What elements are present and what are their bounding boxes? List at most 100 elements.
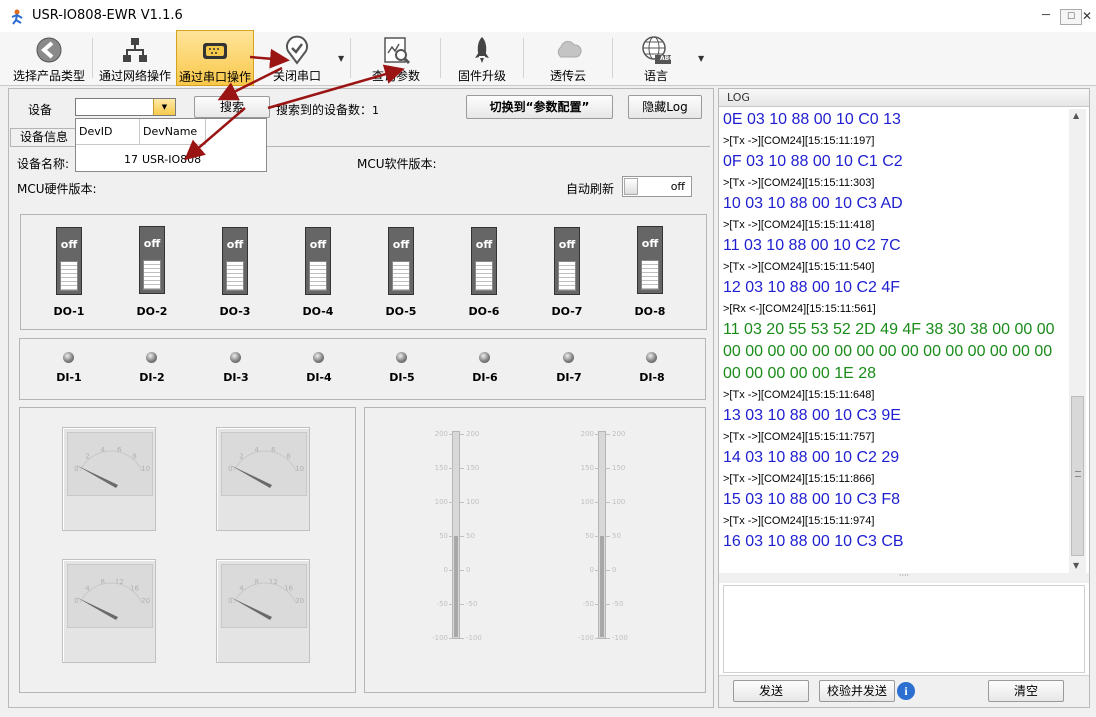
analog-gauge: 0 2 4 6 8 10 <box>216 427 310 531</box>
devid-column-header: DevID <box>76 119 140 145</box>
scroll-up-icon[interactable]: ▲ <box>1073 111 1079 120</box>
back-arrow-icon <box>36 37 62 63</box>
slider-tick <box>460 434 464 435</box>
gauge-dial: 048 121620 <box>228 578 304 620</box>
slider-tick <box>595 434 599 435</box>
window-title: USR-IO808-EWR V1.1.6 <box>32 8 183 23</box>
do-label: DO-5 <box>385 305 417 318</box>
do-label: DO-3 <box>219 305 251 318</box>
via-serial-button[interactable]: 通过串口操作 <box>176 30 254 86</box>
gauge-needle <box>76 465 118 488</box>
tab-device-info[interactable]: 设备信息 <box>10 128 78 146</box>
slider-tick <box>449 604 453 605</box>
close-serial-dropdown-icon[interactable]: ▼ <box>338 54 344 63</box>
firmware-upgrade-button[interactable]: 固件升级 <box>445 32 519 84</box>
clear-button[interactable]: 清空 <box>988 680 1064 702</box>
log-line: >[Rx <-][COM24][15:15:11:561] <box>723 303 876 315</box>
gauge-tick-label: 16 <box>284 585 293 593</box>
do-switch-state: off <box>641 237 659 250</box>
send-input[interactable] <box>723 585 1085 673</box>
do-switch-state: off <box>226 238 244 251</box>
slider-tick-label: 100 <box>466 498 480 506</box>
language-dropdown-icon[interactable]: ▼ <box>698 54 704 63</box>
di-label: DI-8 <box>639 371 665 384</box>
di-led-indicator <box>313 352 324 363</box>
check-and-send-button[interactable]: 校验并发送 <box>819 680 895 702</box>
slider-tick <box>449 468 453 469</box>
analog-gauge: 0 4 8 12 16 20 <box>216 559 310 663</box>
device-select[interactable]: ▼ <box>75 98 176 116</box>
send-button[interactable]: 发送 <box>733 680 809 702</box>
slider-tick <box>606 468 610 469</box>
slider-tick-label: 0 <box>466 566 471 574</box>
log-line: 0F 03 10 88 00 10 C1 C2 <box>723 153 903 170</box>
close-serial-button[interactable]: 关闭串口 <box>258 32 336 84</box>
switch-to-config-button[interactable]: 切换到“参数配置” <box>466 95 613 119</box>
toolbar-separator <box>523 38 524 78</box>
auto-refresh-toggle[interactable]: off <box>622 176 692 197</box>
slider-tick <box>606 604 610 605</box>
toolbar: 选择产品类型 通过网络操作 通过串口操作 关闭串口 ▼ 查询参数 固件升级 透传… <box>0 30 1096 86</box>
slider-tick-label: -50 <box>466 600 478 608</box>
analog-gauge: 0 4 8 12 16 20 <box>62 559 156 663</box>
rocket-icon <box>475 37 489 63</box>
do-switch-knob <box>392 261 410 291</box>
do-switch-knob <box>60 261 78 291</box>
toggle-knob <box>624 178 638 195</box>
log-line: 00 00 00 00 00 1E 28 <box>723 365 877 382</box>
log-splitter[interactable]: ···· <box>719 572 1089 583</box>
scroll-down-icon[interactable]: ▼ <box>1073 561 1079 570</box>
slider-tick-label: -100 <box>432 634 448 642</box>
cloud-label: 透传云 <box>549 69 586 83</box>
slider-tick-label: 50 <box>439 532 448 540</box>
found-devices: 搜索到的设备数：1 <box>276 101 379 118</box>
log-line: 0E 03 10 88 00 10 C0 13 <box>723 111 901 128</box>
close-button[interactable]: ✕ <box>1078 6 1096 26</box>
scrollbar-thumb[interactable] <box>1071 396 1084 556</box>
gauge-tick-label: 0 <box>228 465 232 473</box>
log-line: 16 03 10 88 00 10 C3 CB <box>723 533 904 550</box>
analog-slider[interactable] <box>452 431 460 639</box>
table-row[interactable]: 17 USR-IO808 <box>76 146 266 172</box>
gauge-needle <box>76 597 118 620</box>
do-switch[interactable]: off <box>305 227 331 295</box>
language-button[interactable]: ABC 语言 <box>618 32 694 84</box>
di-label: DI-6 <box>472 371 498 384</box>
do-switch[interactable]: off <box>139 226 165 294</box>
gauge-dial: 048 121620 <box>74 578 150 620</box>
di-label: DI-5 <box>389 371 415 384</box>
slider-tick <box>449 434 453 435</box>
info-icon[interactable]: i <box>897 682 915 700</box>
do-label: DO-1 <box>53 305 85 318</box>
do-switch[interactable]: off <box>222 227 248 295</box>
slider-tick-label: -100 <box>612 634 628 642</box>
slider-tick <box>606 502 610 503</box>
gauge-face: 0 2 4 6 8 10 <box>221 432 307 496</box>
analog-slider[interactable] <box>598 431 606 639</box>
minimize-button[interactable]: ─ <box>1036 8 1056 24</box>
gauge-tick-label: 4 <box>85 585 90 593</box>
slider-tick <box>460 604 464 605</box>
toolbar-separator <box>92 38 93 78</box>
do-switch[interactable]: off <box>637 226 663 294</box>
do-switch[interactable]: off <box>471 227 497 295</box>
select-product-button[interactable]: 选择产品类型 <box>8 32 90 84</box>
slider-tick <box>595 604 599 605</box>
log-line: 00 00 00 00 00 00 00 00 00 00 00 00 00 0… <box>723 343 1053 360</box>
cloud-button[interactable]: 透传云 <box>528 32 608 84</box>
do-label: DO-7 <box>551 305 583 318</box>
log-line: 10 03 10 88 00 10 C3 AD <box>723 195 903 212</box>
search-button[interactable]: 搜索 <box>194 96 270 118</box>
devid-cell: 17 <box>124 153 138 166</box>
do-switch[interactable]: off <box>554 227 580 295</box>
chevron-down-icon[interactable]: ▼ <box>153 99 175 115</box>
do-switch[interactable]: off <box>388 227 414 295</box>
di-led-indicator <box>230 352 241 363</box>
auto-refresh-label: 自动刷新 <box>566 182 615 196</box>
do-switch[interactable]: off <box>56 227 82 295</box>
query-params-button[interactable]: 查询参数 <box>356 32 436 84</box>
hide-log-button[interactable]: 隐藏Log <box>628 95 702 119</box>
log-line: 13 03 10 88 00 10 C3 9E <box>723 407 901 424</box>
via-network-button[interactable]: 通过网络操作 <box>95 32 175 84</box>
log-scrollbar[interactable]: ▲ ▼ <box>1069 109 1086 573</box>
